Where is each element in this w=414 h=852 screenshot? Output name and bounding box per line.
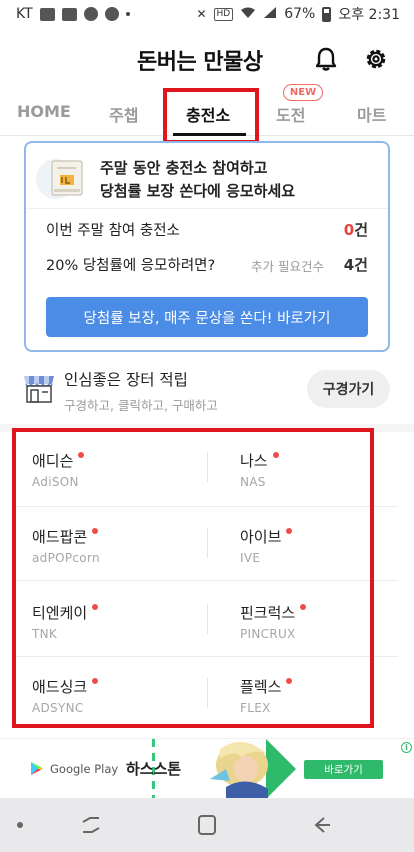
hd-icon: HD [213, 7, 234, 21]
storefront-icon [22, 372, 56, 404]
carrier-label: KT [16, 6, 33, 22]
entry-requirement-label: 20% 당첨률에 응모하려면? [46, 258, 216, 274]
gear-icon[interactable] [362, 45, 390, 73]
event-headline-line1: 주말 동안 충전소 참여하고 [100, 159, 268, 177]
clock: 오후 2:31 [338, 7, 400, 23]
event-headline: 주말 동안 충전소 참여하고 당첨률 보장 쏜다에 응모하세요 [100, 157, 295, 203]
partner-highlight-box [12, 428, 374, 728]
back-icon[interactable] [306, 810, 336, 840]
required-count-label: 추가 필요건수 [251, 259, 324, 274]
notification-icon [61, 7, 77, 21]
recent-apps-icon[interactable] [76, 810, 106, 840]
tab-challenge[interactable]: 도전 [276, 102, 305, 126]
app-header: 돈버는 만물상 [0, 28, 414, 90]
ad-character-art [196, 739, 296, 799]
event-shortcut-button[interactable]: 당첨률 보장, 매주 문상을 쏜다! 바로가기 [46, 297, 368, 337]
battery-percent: 67% [284, 6, 316, 22]
bell-icon[interactable] [312, 45, 340, 73]
tab-home[interactable]: HOME [17, 102, 71, 121]
ad-brand: 하스스톤 [126, 760, 182, 778]
ad-go-button[interactable]: 바로가기 [304, 760, 383, 779]
nav-dot-icon[interactable] [10, 810, 30, 840]
gallery-icon [39, 7, 55, 21]
signal-icon [263, 6, 277, 23]
shop-row: 인심좋은 장터 적립 구경하고, 클릭하고, 구매하고 구경가기 [0, 364, 414, 422]
ad-banner[interactable]: Google Play 하스스톤 바로가기 i [0, 738, 414, 799]
weekend-participation-label: 이번 주말 참여 충전소 [46, 223, 180, 239]
shop-subtitle: 구경하고, 클릭하고, 구매하고 [64, 398, 218, 413]
google-play-text: Google Play [50, 761, 119, 776]
event-headline-line2: 당첨률 보장 쏜다에 응모하세요 [100, 182, 296, 200]
system-nav-bar [0, 798, 414, 852]
wifi-icon [240, 6, 256, 23]
new-badge: NEW [283, 84, 323, 101]
weekend-event-card: 주말 동안 충전소 참여하고 당첨률 보장 쏜다에 응모하세요 이번 주말 참여… [24, 141, 390, 352]
event-illustration-icon [36, 155, 88, 201]
participation-count-unit: 건 [354, 221, 368, 239]
app-title: 돈버는 만물상 [137, 50, 263, 75]
tab-jucheb[interactable]: 주챕 [109, 102, 138, 126]
mute-icon: ✕ [196, 7, 207, 21]
tab-mart[interactable]: 마트 [357, 102, 386, 126]
browse-shop-button[interactable]: 구경가기 [307, 370, 390, 408]
status-bar: KT ✕ HD 67% 오후 2:31 [0, 0, 414, 28]
more-notifications-icon [125, 12, 130, 16]
google-play-label: Google Play [30, 761, 118, 776]
ad-info-icon[interactable]: i [401, 742, 412, 753]
google-play-icon [31, 762, 43, 775]
battery-icon [322, 6, 332, 22]
tab-highlight-box [163, 88, 259, 144]
talk-icon [83, 7, 98, 21]
weekend-participation-count: 0건 [344, 219, 368, 240]
chat-icon [104, 7, 119, 21]
participation-count-value: 0 [343, 221, 355, 239]
shop-title: 인심좋은 장터 적립 [64, 371, 188, 389]
required-count-value: 4건 [343, 256, 368, 274]
event-divider [26, 208, 388, 209]
home-icon[interactable] [192, 810, 222, 840]
